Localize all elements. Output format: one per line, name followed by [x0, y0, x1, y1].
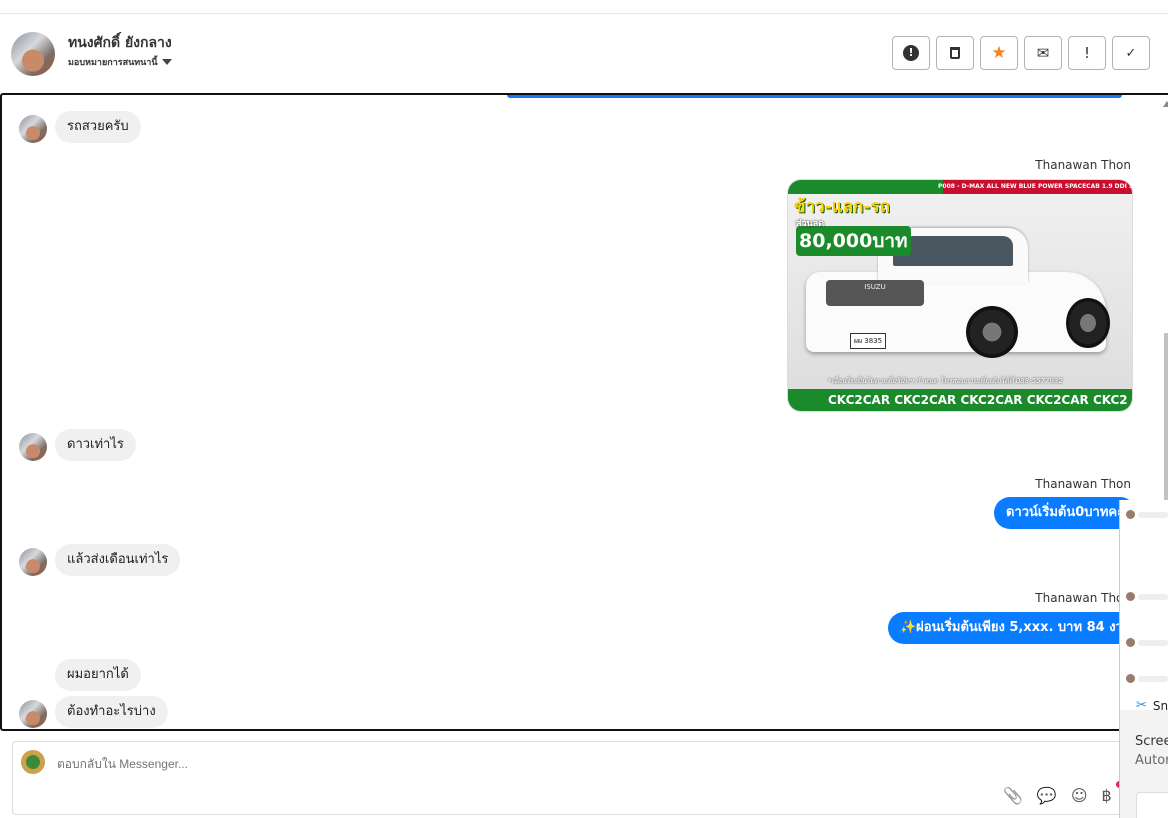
mark-spam-button[interactable]: ! — [892, 36, 930, 70]
reply-composer: 📎 💬 ☺ ฿ — [12, 741, 1162, 815]
incoming-message: ต้องทำอะไรบ่าง — [55, 696, 168, 728]
outgoing-message: ดาวน์เริ่มต้น0บาทคะ — [994, 497, 1137, 529]
ad-price: 80,000บาท — [796, 226, 911, 256]
truck-grille: ISUZU — [826, 280, 924, 306]
sender-avatar — [19, 700, 47, 728]
notification-button[interactable] — [1136, 792, 1168, 818]
top-bar — [0, 0, 1168, 14]
message-thread: รถสวยครับ Thanawan Thon P008 - D-MAX ALL… — [0, 93, 1168, 731]
truck-wheel — [1066, 298, 1110, 348]
assign-conversation-dropdown[interactable]: มอบหมายการสนทนานี้ — [68, 55, 172, 69]
page-logo — [21, 750, 45, 774]
composer-toolbar: 📎 💬 ☺ ฿ — [1003, 786, 1112, 805]
incoming-message: ดาวเท่าไร — [55, 429, 136, 461]
ad-note: *เงื่อนไขเป็นไปตามที่บริษัทฯ กำหนด โทรสอ… — [828, 377, 1063, 385]
notification-line: Autor — [1135, 753, 1168, 768]
thumb-line — [1138, 676, 1168, 682]
snipping-tool-title: ✂ Sn — [1136, 698, 1168, 713]
thumb-avatar — [1126, 592, 1135, 601]
sender-avatar — [19, 433, 47, 461]
incoming-message: แล้วส่งเดือนเท่าไร — [55, 544, 181, 576]
thumb-avatar — [1126, 674, 1135, 683]
scrollbar-thumb[interactable] — [1164, 333, 1168, 503]
ad-discount-label: ส่วนลด — [796, 219, 825, 229]
sender-name: Thanawan Thon — [1035, 158, 1131, 172]
star-button[interactable]: ★ — [980, 36, 1018, 70]
outgoing-message: ✨ผ่อนเริ่มต้นเพียง 5,xxx. บาท 84 งวด — [888, 612, 1144, 644]
caret-down-icon — [161, 59, 172, 65]
sender-avatar — [19, 548, 47, 576]
ad-top-banner: P008 - D-MAX ALL NEW BLUE POWER SPACECAB… — [788, 180, 1132, 194]
thumb-line — [1138, 640, 1168, 646]
incoming-message: รถสวยครับ — [55, 111, 141, 143]
check-icon: ✓ — [1125, 45, 1137, 61]
baht-icon[interactable]: ฿ — [1102, 786, 1112, 805]
car-ad-image[interactable]: P008 - D-MAX ALL NEW BLUE POWER SPACECAB… — [787, 179, 1133, 412]
trash-icon — [950, 47, 960, 59]
sender-name: Thanawan Thon — [1035, 477, 1131, 491]
reply-input[interactable] — [57, 757, 957, 771]
exclamation-circle-icon: ! — [903, 45, 919, 61]
star-icon: ★ — [991, 43, 1007, 63]
mark-done-button[interactable]: ✓ — [1112, 36, 1150, 70]
license-plate: ผผ 3835 — [850, 333, 886, 349]
exclamation-icon: ! — [1083, 44, 1090, 62]
scissors-icon: ✂ — [1136, 698, 1147, 713]
truck-wheel — [966, 306, 1018, 358]
snipping-tool-notification[interactable]: ✂ Sn Scree Autor — [1119, 500, 1168, 818]
assign-label: มอบหมายการสนทนานี้ — [68, 58, 158, 68]
notification-line: Scree — [1135, 734, 1168, 749]
action-toolbar: ! ★ ✉ ! ✓ — [892, 36, 1150, 70]
envelope-icon: ✉ — [1036, 44, 1050, 62]
incoming-message: ผมอยากได้ — [55, 659, 141, 691]
emoji-icon[interactable]: ☺ — [1071, 786, 1088, 805]
sender-avatar — [19, 115, 47, 143]
scroll-up-arrow-icon[interactable] — [1163, 101, 1168, 107]
ad-promo: ข้าว-แลก-รถ — [794, 197, 890, 217]
thumb-avatar — [1126, 510, 1135, 519]
thumb-avatar — [1126, 638, 1135, 647]
mark-important-button[interactable]: ! — [1068, 36, 1106, 70]
paperclip-icon[interactable]: 📎 — [1003, 786, 1023, 805]
truck-windshield — [893, 236, 1013, 266]
delete-button[interactable] — [936, 36, 974, 70]
mark-unread-button[interactable]: ✉ — [1024, 36, 1062, 70]
conversation-header: ทนงศักดิ์ ยังกลาง มอบหมายการสนทนานี้ ! ★… — [0, 14, 1168, 93]
chat-bubble-icon[interactable]: 💬 — [1037, 786, 1057, 805]
thumb-line — [1138, 512, 1168, 518]
screenshot-thumbnail[interactable] — [1120, 500, 1168, 710]
sender-name: Thanawan Thon — [1035, 591, 1131, 605]
thumb-line — [1138, 594, 1168, 600]
app-name: Sn — [1152, 698, 1168, 713]
contact-name[interactable]: ทนงศักดิ์ ยังกลาง — [68, 32, 172, 54]
contact-avatar[interactable] — [11, 32, 55, 76]
outgoing-bubble-edge — [507, 95, 1122, 98]
ad-bottom-banner: CKC2CAR CKC2CAR CKC2CAR CKC2CAR CKC2 — [788, 389, 1132, 411]
